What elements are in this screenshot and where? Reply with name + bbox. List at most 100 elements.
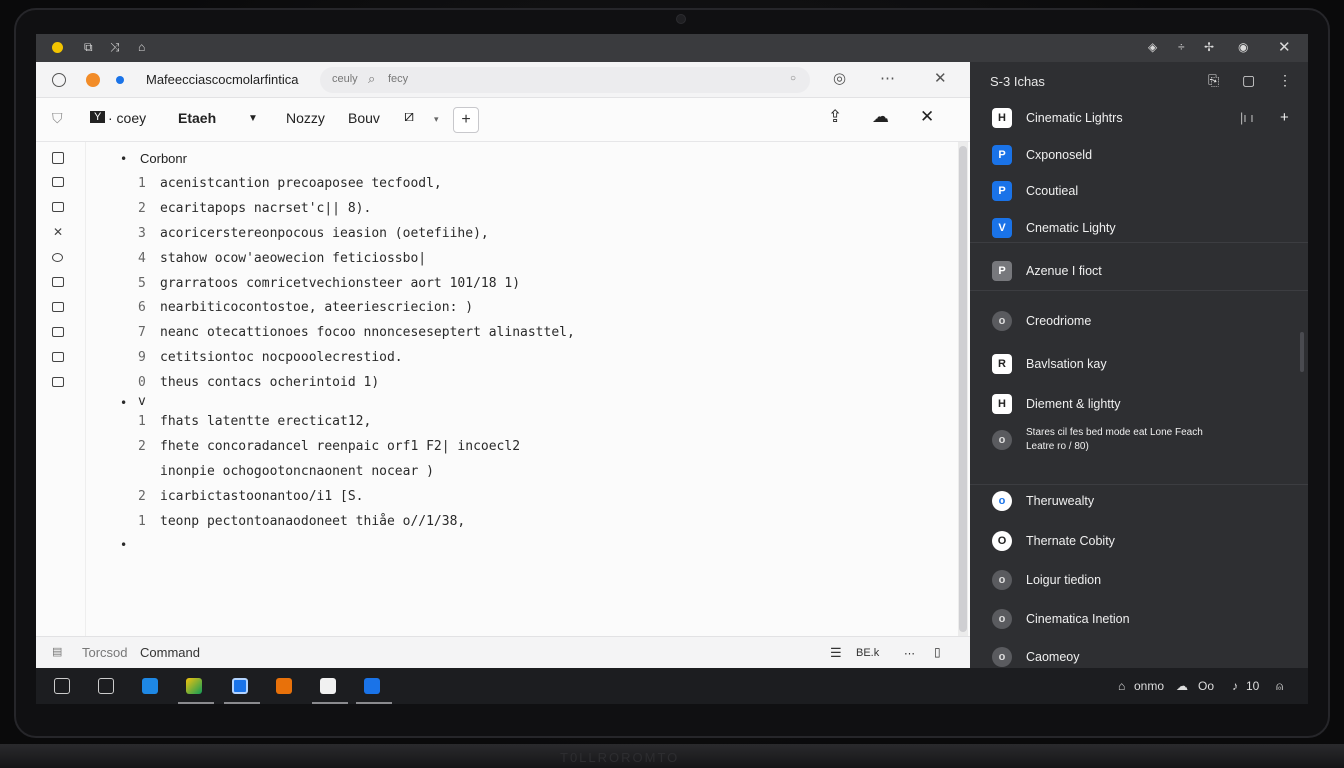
volume-icon[interactable]: ♪ (1232, 679, 1238, 693)
gutter-checkbox[interactable] (52, 352, 64, 362)
status-left-2[interactable]: Command (140, 645, 200, 660)
minus-icon[interactable]: ÷ (1178, 40, 1185, 54)
record-orange-icon[interactable] (86, 73, 100, 87)
store-app-icon[interactable] (142, 678, 158, 694)
search-icon: ⌕ (368, 71, 376, 86)
cloud-icon[interactable]: ☁ (1176, 679, 1188, 693)
gutter-checkbox[interactable] (52, 152, 64, 164)
gutter-checkbox[interactable] (52, 302, 64, 312)
network-icon[interactable]: ⌂ (1118, 679, 1125, 693)
status-right[interactable]: BE.k (856, 647, 879, 659)
sidebar-item-icon: o (992, 491, 1012, 511)
photos-app-icon[interactable] (186, 678, 202, 694)
share-icon[interactable]: ⇪ (828, 107, 842, 127)
share-app-icon[interactable] (364, 678, 380, 694)
sidebar-item[interactable]: O Thernate Cobity (970, 525, 1308, 557)
status-blue-dot-icon (116, 76, 124, 84)
document-heading: Corbonr (140, 151, 187, 166)
toolbar-item-3[interactable]: Nozzy (286, 110, 325, 126)
link-icon[interactable]: ⧉ (84, 40, 93, 55)
search-input[interactable]: ceuly ⌕ fecy ○ (320, 67, 810, 93)
more-dots-icon[interactable]: ⋯ (904, 647, 915, 660)
pin-icon[interactable]: ⌂ (138, 40, 145, 54)
search-clear-icon[interactable]: ○ (790, 73, 796, 84)
sidebar-item[interactable]: H Diement & lightty (970, 388, 1308, 420)
gutter-checkbox[interactable] (52, 277, 64, 287)
tray-text-1[interactable]: onmo (1134, 679, 1164, 693)
shuffle-icon[interactable]: ⤨ (110, 40, 120, 55)
format-icon[interactable]: Y (90, 111, 106, 123)
kebab-menu-icon[interactable]: ⋮ (1278, 72, 1292, 89)
sidebar-header: S-3 Ichas ⎘ ▢ ⋮ (970, 62, 1308, 102)
comment-icon[interactable]: ☁ (872, 107, 889, 127)
sidebar-item[interactable]: P Cxponoseld (970, 139, 1308, 171)
scrollbar-thumb[interactable] (959, 146, 967, 632)
window-close-icon[interactable]: ✕ (1278, 38, 1291, 56)
copy-icon[interactable]: ⎘ (1208, 72, 1219, 89)
chevron-down-icon[interactable]: v (138, 394, 146, 409)
gutter-circle-icon[interactable] (52, 253, 63, 262)
minimize-dot-icon[interactable] (52, 42, 63, 53)
toolbar-item-4[interactable]: Bouv (348, 110, 380, 126)
settings-circle-icon[interactable]: ◎ (833, 69, 846, 87)
edit-icon[interactable]: ⧄ (404, 108, 414, 126)
sidebar-item[interactable]: H Cinematic Lightrs |ı ı + (970, 102, 1308, 134)
toolbar-close-icon[interactable]: ✕ (920, 107, 934, 127)
sidebar-item[interactable]: o Loigur tiedion (970, 564, 1308, 596)
gutter-checkbox[interactable] (52, 327, 64, 337)
tab-title[interactable]: Mafeecciascocmolarfintica (146, 72, 298, 87)
sidebar-scrollbar[interactable] (1300, 332, 1304, 372)
expand-icon[interactable]: ✢ (1204, 40, 1214, 54)
sidebar-item-icon: H (992, 108, 1012, 128)
sidebar-divider (970, 242, 1308, 243)
mail-app-icon[interactable] (54, 678, 70, 694)
document-content[interactable]: • Corbonr 1 acenistcantion precoaposee te… (86, 142, 956, 636)
sidebar-item-extra[interactable]: |ı ı (1240, 111, 1254, 125)
sidebar-item-label: Caomeoy (1026, 650, 1080, 664)
sidebar-item-icon: o (992, 430, 1012, 450)
sidebar-item[interactable]: o Creodriome (970, 305, 1308, 337)
list-icon[interactable]: ☰ (830, 645, 842, 661)
panel-icon[interactable]: ▯ (934, 645, 941, 659)
tray-text-3[interactable]: 10 (1246, 679, 1259, 693)
browser-app-icon[interactable] (232, 678, 248, 694)
gutter-checkbox[interactable] (52, 202, 64, 212)
add-button[interactable]: + (453, 107, 479, 133)
sidebar-add-icon[interactable]: + (1280, 109, 1289, 126)
gutter-checkbox[interactable] (52, 377, 64, 387)
chevron-small-icon[interactable]: ▾ (434, 114, 439, 125)
chat-app-icon[interactable] (98, 678, 114, 694)
sidebar-item-icon: o (992, 647, 1012, 667)
sidebar-item-label: Stares cil fes bed mode eat Lone Feach (1026, 427, 1203, 438)
sidebar-item[interactable]: P Ccoutieal (970, 175, 1308, 207)
globe-icon[interactable] (52, 73, 66, 87)
status-left-1[interactable]: Torcsod (82, 645, 128, 660)
sidebar-item[interactable]: P Azenue I fioct (970, 255, 1308, 287)
files-app-icon[interactable] (276, 678, 292, 694)
tray-text-2[interactable]: Oo (1198, 679, 1214, 693)
window-icon[interactable]: ▢ (1242, 72, 1255, 89)
chevron-down-icon[interactable]: ▼ (248, 113, 258, 124)
sidebar-item-icon: P (992, 261, 1012, 281)
user-icon[interactable]: ⍝ (1276, 679, 1283, 694)
shield-icon[interactable]: ⛉ (52, 110, 63, 127)
sidebar-item-icon: o (992, 609, 1012, 629)
record-icon[interactable]: ◉ (1238, 40, 1248, 54)
sidebar-item[interactable]: o Leatre ro / 80) Stares cil fes bed mode … (970, 424, 1308, 456)
wifi-icon[interactable]: ◈ (1148, 40, 1157, 54)
more-icon[interactable]: ⋯ (880, 69, 895, 87)
sidebar-title: S-3 Ichas (990, 74, 1045, 89)
toolbar-item-2[interactable]: Etaeh (178, 110, 216, 126)
sidebar-item[interactable]: o Theruwealty (970, 485, 1308, 517)
gutter-x-icon[interactable]: ✕ (52, 226, 64, 238)
terminal-app-icon[interactable] (320, 678, 336, 694)
gutter-checkbox[interactable] (52, 177, 64, 187)
sidebar-item[interactable]: o Cinematica Inetion (970, 603, 1308, 635)
sidebar-item[interactable]: R Bavlsation kay (970, 348, 1308, 380)
tab-close-icon[interactable]: ✕ (934, 69, 947, 87)
sidebar-item-label: Cinematica Inetion (1026, 612, 1130, 626)
sidebar-item[interactable]: V Cnematic Lighty (970, 212, 1308, 244)
terminal-icon[interactable]: ▤ (52, 645, 62, 658)
toolbar-item-1[interactable]: · coey (108, 110, 146, 126)
sidebar-item-label: Theruwealty (1026, 494, 1095, 508)
